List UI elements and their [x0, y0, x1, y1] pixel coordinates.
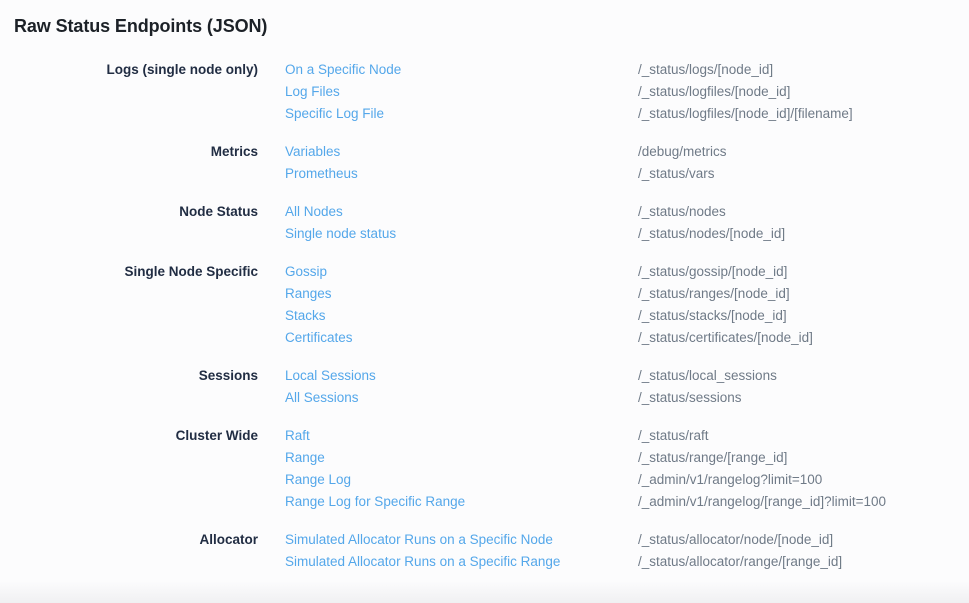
endpoint-path: /debug/metrics — [638, 141, 955, 163]
endpoint-group: Single Node SpecificGossip/_status/gossi… — [14, 261, 955, 349]
endpoint-path: /_admin/v1/rangelog?limit=100 — [638, 469, 955, 491]
endpoint-link[interactable]: Range — [258, 447, 638, 469]
category-label: Cluster Wide — [14, 425, 258, 447]
endpoint-group: Node StatusAll Nodes/_status/nodesSingle… — [14, 201, 955, 245]
endpoint-path: /_status/gossip/[node_id] — [638, 261, 955, 283]
endpoint-link[interactable]: All Sessions — [258, 387, 638, 409]
endpoint-path: /_status/sessions — [638, 387, 955, 409]
endpoint-path: /_status/nodes/[node_id] — [638, 223, 955, 245]
endpoint-link[interactable]: Specific Log File — [258, 103, 638, 125]
endpoint-link[interactable]: Range Log — [258, 469, 638, 491]
endpoint-groups: Logs (single node only)On a Specific Nod… — [14, 59, 955, 573]
endpoint-link[interactable]: Prometheus — [258, 163, 638, 185]
endpoint-group: Logs (single node only)On a Specific Nod… — [14, 59, 955, 125]
endpoint-path: /_status/allocator/node/[node_id] — [638, 529, 955, 551]
endpoint-path: /_admin/v1/rangelog/[range_id]?limit=100 — [638, 491, 955, 513]
endpoint-link[interactable]: Gossip — [258, 261, 638, 283]
raw-status-endpoints-page: Raw Status Endpoints (JSON) Logs (single… — [0, 0, 969, 573]
endpoint-path: /_status/ranges/[node_id] — [638, 283, 955, 305]
endpoint-group: Cluster WideRaft/_status/raftRange/_stat… — [14, 425, 955, 513]
category-label: Sessions — [14, 365, 258, 387]
endpoint-path: /_status/logfiles/[node_id] — [638, 81, 955, 103]
category-label: Logs (single node only) — [14, 59, 258, 81]
endpoint-link[interactable]: Single node status — [258, 223, 638, 245]
endpoint-path: /_status/certificates/[node_id] — [638, 327, 955, 349]
category-label: Metrics — [14, 141, 258, 163]
endpoint-path: /_status/allocator/range/[range_id] — [638, 551, 955, 573]
endpoint-link[interactable]: Range Log for Specific Range — [258, 491, 638, 513]
endpoint-path: /_status/logs/[node_id] — [638, 59, 955, 81]
endpoint-path: /_status/logfiles/[node_id]/[filename] — [638, 103, 955, 125]
endpoint-path: /_status/raft — [638, 425, 955, 447]
endpoint-link[interactable]: All Nodes — [258, 201, 638, 223]
endpoint-path: /_status/range/[range_id] — [638, 447, 955, 469]
endpoint-path: /_status/nodes — [638, 201, 955, 223]
endpoint-link[interactable]: Simulated Allocator Runs on a Specific R… — [258, 551, 638, 573]
category-label: Single Node Specific — [14, 261, 258, 283]
endpoint-path: /_status/local_sessions — [638, 365, 955, 387]
endpoint-group: SessionsLocal Sessions/_status/local_ses… — [14, 365, 955, 409]
endpoint-link[interactable]: Local Sessions — [258, 365, 638, 387]
category-label: Node Status — [14, 201, 258, 223]
endpoint-path: /_status/vars — [638, 163, 955, 185]
endpoint-path: /_status/stacks/[node_id] — [638, 305, 955, 327]
endpoint-group: MetricsVariables/debug/metricsPrometheus… — [14, 141, 955, 185]
endpoint-link[interactable]: Certificates — [258, 327, 638, 349]
endpoint-group: AllocatorSimulated Allocator Runs on a S… — [14, 529, 955, 573]
endpoint-link[interactable]: Ranges — [258, 283, 638, 305]
endpoint-link[interactable]: Variables — [258, 141, 638, 163]
endpoint-link[interactable]: Stacks — [258, 305, 638, 327]
endpoint-link[interactable]: Simulated Allocator Runs on a Specific N… — [258, 529, 638, 551]
endpoint-link[interactable]: Raft — [258, 425, 638, 447]
bottom-fade — [0, 581, 969, 603]
endpoint-link[interactable]: Log Files — [258, 81, 638, 103]
page-title: Raw Status Endpoints (JSON) — [14, 15, 955, 37]
category-label: Allocator — [14, 529, 258, 551]
endpoint-link[interactable]: On a Specific Node — [258, 59, 638, 81]
